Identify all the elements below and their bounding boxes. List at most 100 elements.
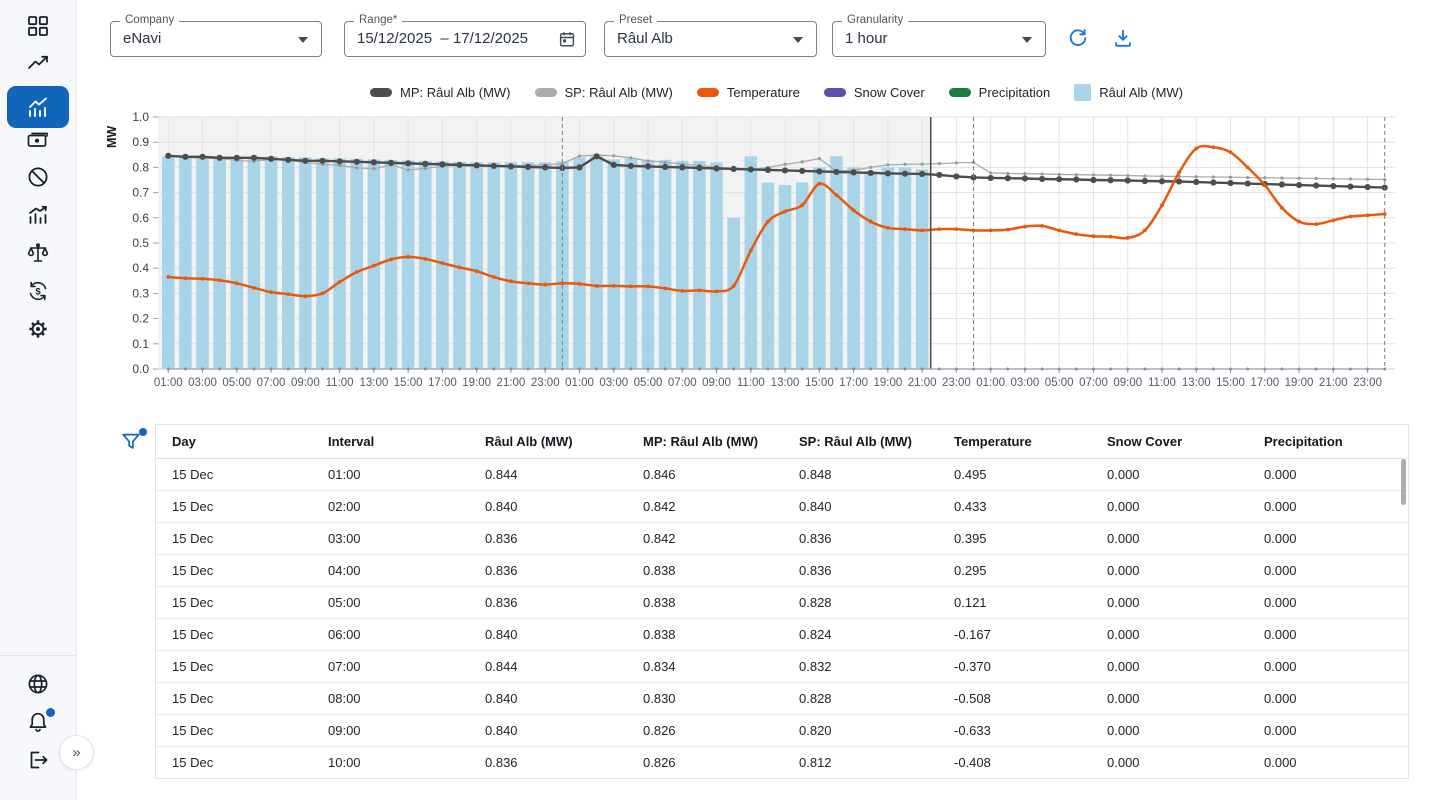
chart-canvas: 0.00.10.20.30.40.50.60.70.80.91.0MW01:00… xyxy=(100,108,1410,400)
svg-text:23:00: 23:00 xyxy=(942,377,971,389)
table-row: 15 Dec03:000.8360.8420.8360.3950.0000.00… xyxy=(156,523,1408,555)
column-header: Interval xyxy=(312,425,469,459)
gear-icon[interactable] xyxy=(26,317,50,341)
scale-icon[interactable] xyxy=(26,241,50,265)
legend-swatch xyxy=(824,88,846,97)
table-cell: 0.838 xyxy=(627,587,783,619)
table-cell: 0.848 xyxy=(783,459,938,491)
svg-text:17:00: 17:00 xyxy=(1250,377,1279,389)
table-cell: 0.840 xyxy=(469,491,627,523)
table-cell: 0.840 xyxy=(469,683,627,715)
svg-text:13:00: 13:00 xyxy=(771,377,800,389)
table-row: 15 Dec08:000.8400.8300.828-0.5080.0000.0… xyxy=(156,683,1408,715)
table-cell: 0.000 xyxy=(1091,459,1248,491)
table-cell: 0.846 xyxy=(627,459,783,491)
table-row: 15 Dec05:000.8360.8380.8280.1210.0000.00… xyxy=(156,587,1408,619)
svg-text:19:00: 19:00 xyxy=(462,377,491,389)
table-cell: 09:00 xyxy=(312,715,469,747)
legend-swatch xyxy=(1074,84,1091,101)
svg-text:13:00: 13:00 xyxy=(1182,377,1211,389)
svg-text:07:00: 07:00 xyxy=(1079,377,1108,389)
table-cell: 0.832 xyxy=(783,651,938,683)
table-cell: 0.000 xyxy=(1248,747,1408,779)
svg-text:0.7: 0.7 xyxy=(132,186,149,200)
sidebar-divider xyxy=(0,655,76,656)
chart-legend: MP: Râul Alb (MW) SP: Râul Alb (MW) Temper… xyxy=(158,84,1395,101)
table-cell: 0.844 xyxy=(469,459,627,491)
granularity-select[interactable]: Granularity 1 hour xyxy=(832,21,1046,57)
sidebar-item-production-chart-active[interactable] xyxy=(7,86,69,128)
svg-text:01:00: 01:00 xyxy=(565,377,594,389)
trending-up-icon[interactable] xyxy=(26,52,50,76)
table-cell: 15 Dec xyxy=(156,555,312,587)
svg-text:21:00: 21:00 xyxy=(1319,377,1348,389)
column-header: Snow Cover xyxy=(1091,425,1248,459)
column-header: Precipitation xyxy=(1248,425,1408,459)
legend-item-0[interactable]: MP: Râul Alb (MW) xyxy=(370,85,511,100)
legend-swatch xyxy=(370,88,392,97)
table-cell: 0.000 xyxy=(1091,619,1248,651)
table-cell: -0.408 xyxy=(938,747,1091,779)
dashboard-grid-icon[interactable] xyxy=(26,14,50,38)
preset-value: Râul Alb xyxy=(617,22,673,56)
table-cell: 0.000 xyxy=(1248,587,1408,619)
company-select[interactable]: Company eNavi xyxy=(110,21,322,57)
filter-icon[interactable] xyxy=(120,431,142,453)
column-header: Day xyxy=(156,425,312,459)
app-root: $ xyxy=(0,0,1440,800)
svg-text:15:00: 15:00 xyxy=(805,377,834,389)
legend-label: Temperature xyxy=(727,85,800,100)
table-row: 15 Dec06:000.8400.8380.824-0.1670.0000.0… xyxy=(156,619,1408,651)
table-cell: 0.000 xyxy=(1248,555,1408,587)
svg-text:11:00: 11:00 xyxy=(326,377,354,389)
currency-exchange-icon[interactable]: $ xyxy=(26,279,50,303)
svg-text:15:00: 15:00 xyxy=(394,377,423,389)
bars-arrow-icon[interactable] xyxy=(26,203,50,227)
table-cell: 0.000 xyxy=(1091,651,1248,683)
svg-text:21:00: 21:00 xyxy=(497,377,526,389)
table-cell: 0.838 xyxy=(627,619,783,651)
table-cell: -0.633 xyxy=(938,715,1091,747)
block-icon[interactable] xyxy=(26,165,50,189)
legend-item-4[interactable]: Precipitation xyxy=(949,85,1051,100)
banknote-icon[interactable] xyxy=(26,127,50,151)
table-cell: 0.433 xyxy=(938,491,1091,523)
svg-text:05:00: 05:00 xyxy=(634,377,663,389)
svg-text:0.0: 0.0 xyxy=(132,362,149,376)
table-scrollbar-thumb[interactable] xyxy=(1401,459,1406,505)
sidebar: $ xyxy=(0,0,77,800)
table-cell: 0.000 xyxy=(1248,715,1408,747)
range-input[interactable]: Range* 15/12/2025 – 17/12/2025 xyxy=(344,21,586,57)
table-row: 15 Dec02:000.8400.8420.8400.4330.0000.00… xyxy=(156,491,1408,523)
legend-swatch xyxy=(535,88,557,97)
table-cell: 0.820 xyxy=(783,715,938,747)
legend-item-1[interactable]: SP: Râul Alb (MW) xyxy=(535,85,673,100)
preset-select[interactable]: Preset Râul Alb xyxy=(604,21,817,57)
svg-text:$: $ xyxy=(35,286,41,297)
refresh-icon[interactable] xyxy=(1067,27,1089,49)
table-cell: 0.836 xyxy=(783,523,938,555)
table-cell: 10:00 xyxy=(312,747,469,779)
table-cell: 15 Dec xyxy=(156,715,312,747)
table-cell: 0.840 xyxy=(469,619,627,651)
table-cell: 0.000 xyxy=(1091,587,1248,619)
table-row: 15 Dec04:000.8360.8380.8360.2950.0000.00… xyxy=(156,555,1408,587)
legend-item-2[interactable]: Temperature xyxy=(697,85,800,100)
table-cell: 0.000 xyxy=(1248,683,1408,715)
legend-swatch xyxy=(949,88,971,97)
table-cell: 0.836 xyxy=(469,555,627,587)
legend-item-5[interactable]: Râul Alb (MW) xyxy=(1074,84,1183,101)
table-cell: -0.508 xyxy=(938,683,1091,715)
globe-icon[interactable] xyxy=(26,672,50,696)
download-icon[interactable] xyxy=(1112,27,1134,49)
legend-item-3[interactable]: Snow Cover xyxy=(824,85,925,100)
table-cell: 0.836 xyxy=(469,747,627,779)
table-cell: 0.844 xyxy=(469,651,627,683)
logout-icon[interactable] xyxy=(26,748,50,772)
table-cell: 15 Dec xyxy=(156,587,312,619)
svg-text:05:00: 05:00 xyxy=(222,377,251,389)
svg-text:0.6: 0.6 xyxy=(132,211,149,225)
granularity-value: 1 hour xyxy=(845,22,888,56)
sidebar-collapse-button[interactable]: » xyxy=(59,735,94,770)
svg-text:19:00: 19:00 xyxy=(1285,377,1314,389)
